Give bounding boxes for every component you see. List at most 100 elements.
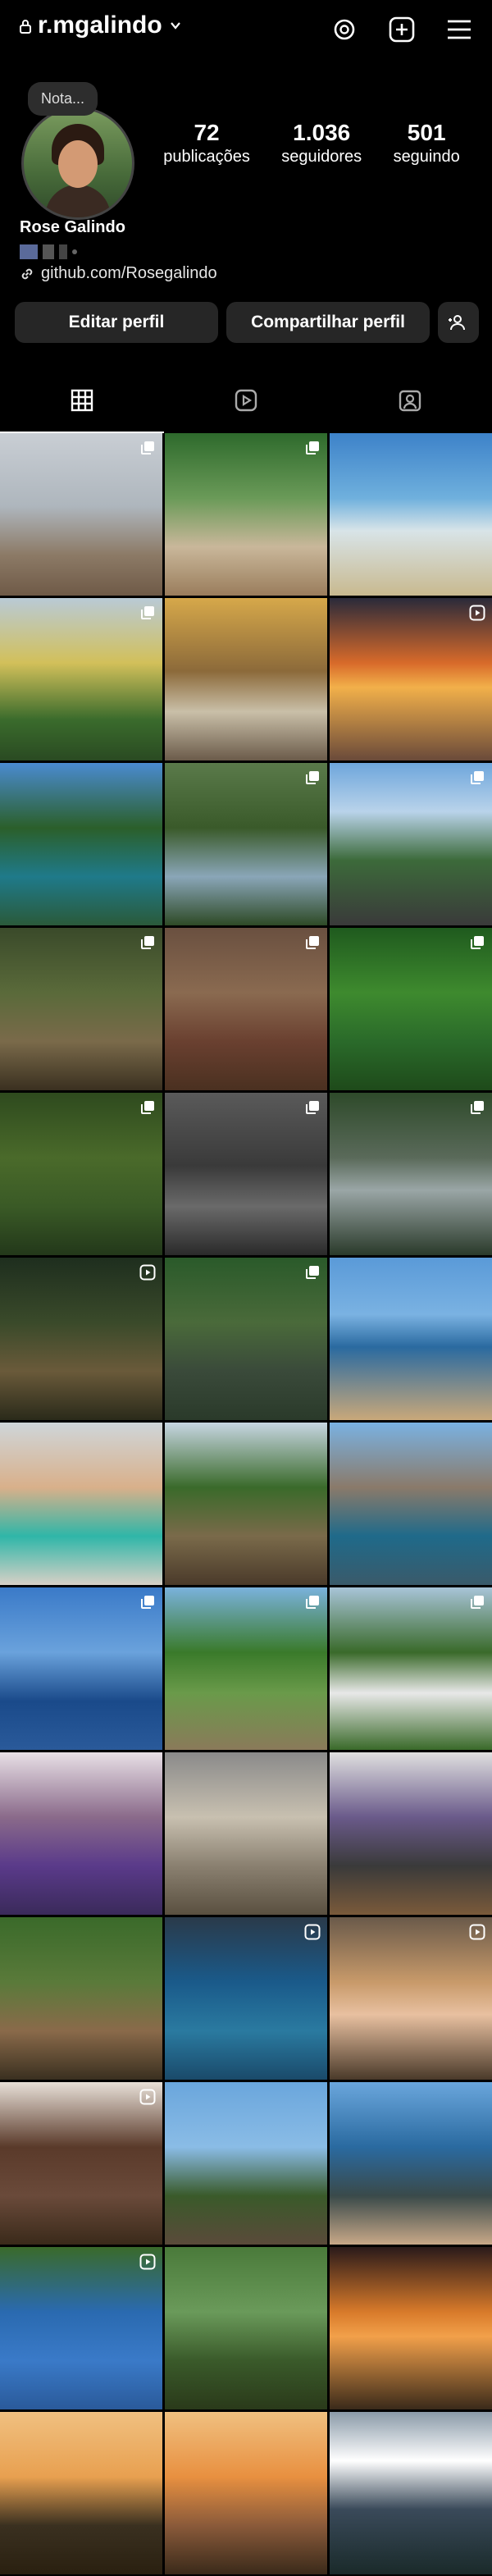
post-thumbnail[interactable] xyxy=(0,2412,162,2574)
post-thumbnail[interactable] xyxy=(165,1752,327,1915)
avatar[interactable] xyxy=(21,107,134,220)
threads-icon xyxy=(334,19,355,40)
post-thumbnail[interactable] xyxy=(165,1093,327,1255)
top-bar: r.mgalindo xyxy=(0,0,492,59)
tagged-icon xyxy=(399,390,421,412)
post-thumbnail[interactable] xyxy=(165,433,327,596)
stat-followers[interactable]: 1.036 seguidores xyxy=(281,120,362,167)
post-thumbnail[interactable] xyxy=(165,2412,327,2574)
grid-icon xyxy=(71,389,93,412)
post-thumbnail[interactable] xyxy=(330,1752,492,1915)
note-bubble[interactable]: Nota... xyxy=(28,82,98,116)
stat-value: 72 xyxy=(194,120,220,145)
post-thumbnail[interactable] xyxy=(330,2247,492,2409)
post-thumbnail[interactable] xyxy=(0,928,162,1090)
carousel-icon xyxy=(304,934,321,951)
bio-emoji-row xyxy=(20,244,77,259)
stat-posts[interactable]: 72 publicações xyxy=(163,120,250,167)
post-thumbnail[interactable] xyxy=(0,2082,162,2245)
carousel-icon xyxy=(139,440,156,456)
stat-following[interactable]: 501 seguindo xyxy=(394,120,460,167)
post-thumbnail[interactable] xyxy=(0,1917,162,2080)
carousel-icon xyxy=(469,1099,485,1116)
post-thumbnail[interactable] xyxy=(330,1587,492,1750)
profile-name: Rose Galindo xyxy=(20,218,125,236)
stat-label: seguidores xyxy=(281,148,362,166)
profile-stats: 72 publicações 1.036 seguidores 501 segu… xyxy=(148,120,476,167)
flag-badge xyxy=(20,244,38,259)
profile-link[interactable]: github.com/Rosegalindo xyxy=(20,264,217,283)
post-thumbnail[interactable] xyxy=(165,598,327,760)
stat-value: 501 xyxy=(407,120,446,145)
post-thumbnail[interactable] xyxy=(0,1587,162,1750)
hamburger-menu-icon xyxy=(448,20,471,39)
post-thumbnail[interactable] xyxy=(330,2082,492,2245)
post-thumbnail[interactable] xyxy=(165,1258,327,1420)
tab-tagged[interactable] xyxy=(328,368,492,433)
post-thumbnail[interactable] xyxy=(330,763,492,925)
menu-button[interactable] xyxy=(441,11,477,48)
posts-grid xyxy=(0,433,492,2574)
create-post-button[interactable] xyxy=(384,11,420,48)
reel-icon xyxy=(469,1924,485,1940)
carousel-icon xyxy=(139,1594,156,1610)
profile-actions: Editar perfil Compartilhar perfil xyxy=(15,302,479,343)
post-thumbnail[interactable] xyxy=(165,2247,327,2409)
post-thumbnail[interactable] xyxy=(165,2082,327,2245)
discover-people-button[interactable] xyxy=(438,302,479,343)
link-icon xyxy=(21,268,33,279)
tab-reels[interactable] xyxy=(164,368,328,433)
add-person-icon xyxy=(449,315,465,331)
tab-posts-grid[interactable] xyxy=(0,368,164,433)
profile-tabs xyxy=(0,368,492,433)
carousel-icon xyxy=(304,1099,321,1116)
post-thumbnail[interactable] xyxy=(330,433,492,596)
carousel-icon xyxy=(139,605,156,621)
post-thumbnail[interactable] xyxy=(0,1093,162,1255)
post-thumbnail[interactable] xyxy=(165,1587,327,1750)
post-thumbnail[interactable] xyxy=(0,2247,162,2409)
stat-value: 1.036 xyxy=(293,120,351,145)
post-thumbnail[interactable] xyxy=(0,598,162,760)
post-thumbnail[interactable] xyxy=(165,763,327,925)
post-thumbnail[interactable] xyxy=(330,1917,492,2080)
post-thumbnail[interactable] xyxy=(165,1917,327,2080)
edit-profile-button[interactable]: Editar perfil xyxy=(15,302,218,343)
plus-square-icon xyxy=(389,16,415,43)
post-thumbnail[interactable] xyxy=(330,1423,492,1585)
share-profile-button[interactable]: Compartilhar perfil xyxy=(226,302,430,343)
reel-icon xyxy=(139,2089,156,2105)
post-thumbnail[interactable] xyxy=(330,598,492,760)
reels-icon xyxy=(235,389,257,412)
post-thumbnail[interactable] xyxy=(0,1423,162,1585)
emoji-badge xyxy=(59,244,67,259)
post-thumbnail[interactable] xyxy=(330,1093,492,1255)
profile-link-text: github.com/Rosegalindo xyxy=(41,264,217,282)
post-thumbnail[interactable] xyxy=(0,1752,162,1915)
reel-icon xyxy=(469,605,485,621)
carousel-icon xyxy=(139,934,156,951)
threads-button[interactable] xyxy=(326,11,362,48)
carousel-icon xyxy=(304,1264,321,1281)
carousel-icon xyxy=(139,1099,156,1116)
post-thumbnail[interactable] xyxy=(330,1258,492,1420)
stat-label: seguindo xyxy=(393,148,460,166)
carousel-icon xyxy=(469,770,485,786)
post-thumbnail[interactable] xyxy=(165,1423,327,1585)
post-thumbnail[interactable] xyxy=(330,2412,492,2574)
post-thumbnail[interactable] xyxy=(0,433,162,596)
post-thumbnail[interactable] xyxy=(330,928,492,1090)
carousel-icon xyxy=(304,1594,321,1610)
emoji-badge xyxy=(72,249,77,254)
stat-label: publicações xyxy=(163,148,250,166)
reel-icon xyxy=(139,1264,156,1281)
username: r.mgalindo xyxy=(38,11,162,39)
carousel-icon xyxy=(304,770,321,786)
reel-icon xyxy=(304,1924,321,1940)
emoji-badge xyxy=(43,244,54,259)
post-thumbnail[interactable] xyxy=(165,928,327,1090)
post-thumbnail[interactable] xyxy=(0,1258,162,1420)
account-switcher[interactable]: r.mgalindo xyxy=(20,11,182,39)
chevron-down-icon xyxy=(170,22,180,30)
post-thumbnail[interactable] xyxy=(0,763,162,925)
